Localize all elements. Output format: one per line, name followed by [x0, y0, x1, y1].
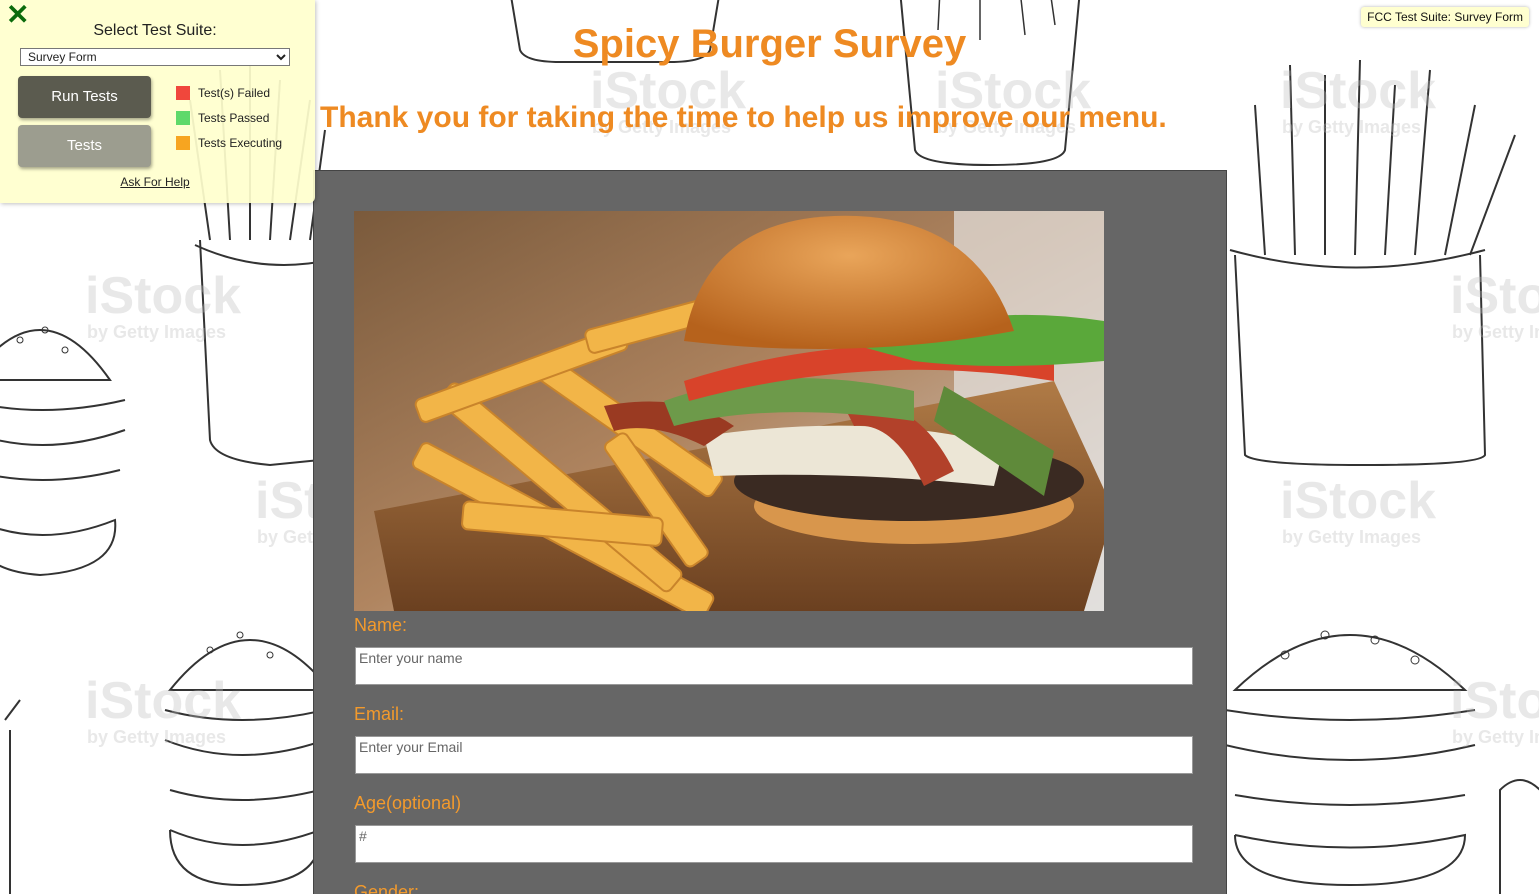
test-suite-select[interactable]: Survey Form: [20, 48, 290, 66]
run-tests-button[interactable]: Run Tests: [18, 76, 151, 118]
watermark: iStockby Getty Images: [1450, 672, 1539, 747]
tests-button[interactable]: Tests: [18, 125, 151, 167]
passed-swatch: [176, 111, 190, 125]
legend-failed: Test(s) Failed: [176, 86, 270, 100]
email-input[interactable]: [355, 736, 1193, 774]
cup-drawing: [4, 699, 21, 894]
watermark: iStockby Getty Images: [1280, 472, 1437, 547]
cup-drawing: [1499, 779, 1539, 894]
legend-passed: Tests Passed: [176, 111, 269, 125]
ask-for-help-link[interactable]: Ask For Help: [0, 175, 310, 189]
failed-swatch: [176, 86, 190, 100]
fcc-test-panel: ✕ Select Test Suite: Survey Form Run Tes…: [0, 0, 315, 203]
gender-label: Gender:: [354, 882, 420, 894]
watermark: iStockby Getty Images: [1280, 62, 1437, 137]
survey-form: Name: Email: Age(optional) Gender:: [313, 170, 1227, 894]
executing-swatch: [176, 136, 190, 150]
fcc-suite-tag[interactable]: FCC Test Suite: Survey Form: [1361, 7, 1529, 27]
watermark: iStockby Getty Images: [85, 672, 242, 747]
select-suite-title: Select Test Suite:: [93, 22, 217, 39]
name-input[interactable]: [355, 647, 1193, 685]
age-input[interactable]: [355, 825, 1193, 863]
age-label: Age(optional): [354, 793, 462, 813]
watermark: iStockby Getty Images: [1450, 267, 1539, 342]
burger-photo: [354, 211, 1104, 611]
burger-drawing: [1225, 630, 1476, 887]
name-label: Name:: [354, 615, 408, 635]
page-subtitle: Thank you for taking the time to help us…: [320, 101, 1167, 134]
legend-executing: Tests Executing: [176, 136, 282, 150]
email-label: Email:: [354, 704, 405, 724]
watermark: iStockby Getty Images: [85, 267, 242, 342]
